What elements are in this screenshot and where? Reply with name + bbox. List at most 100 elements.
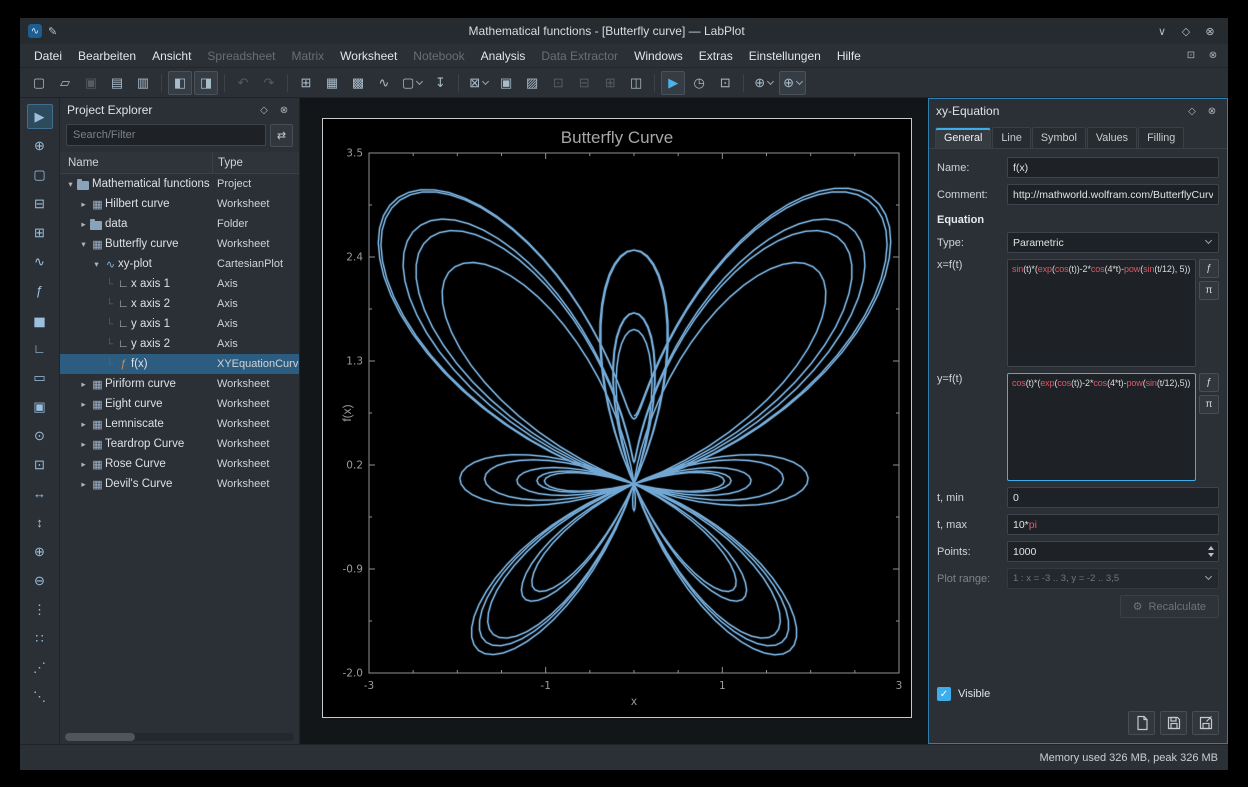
crosshair-tool-button[interactable]: ⊕ bbox=[27, 133, 53, 158]
tree-row-x-axis-2[interactable]: └ ∟ x axis 2 Axis bbox=[60, 294, 299, 314]
close-panel-icon[interactable]: ⊗ bbox=[276, 102, 292, 118]
tree-row-x-axis-1[interactable]: └ ∟ x axis 1 Axis bbox=[60, 274, 299, 294]
name-field[interactable] bbox=[1007, 157, 1219, 178]
shift-left-tool-button[interactable]: ⋮ bbox=[27, 597, 53, 622]
expand-arrow-icon[interactable]: ▾ bbox=[64, 179, 77, 190]
zoom-y-selection-tool-button[interactable]: ⊞ bbox=[27, 220, 53, 245]
tab-symbol[interactable]: Symbol bbox=[1031, 127, 1086, 148]
worksheet-view[interactable]: -3 -1 1 3 -2.0 -0.9 0.2 1.3 2.4 3.5 Butterfly Cur… bbox=[300, 98, 928, 744]
open-project-button[interactable]: ▱ bbox=[53, 71, 77, 95]
tree-row-y-axis-1[interactable]: └ ∟ y axis 1 Axis bbox=[60, 314, 299, 334]
zoom-mode-button[interactable]: ⊕ bbox=[750, 71, 777, 95]
close-button[interactable]: ⊗ bbox=[1200, 22, 1220, 40]
toggle-project-explorer-button[interactable]: ◧ bbox=[168, 70, 192, 95]
add-axis-tool-button[interactable]: ∟ bbox=[27, 336, 53, 361]
add-plot-button[interactable]: ⊠ bbox=[465, 71, 492, 95]
toggle-properties-dock-button[interactable]: ◨ bbox=[194, 70, 218, 95]
expand-arrow-icon[interactable]: ▸ bbox=[77, 419, 90, 430]
mdi-close-button[interactable]: ⊗ bbox=[1204, 48, 1222, 64]
print-preview-button[interactable]: ▥ bbox=[131, 71, 155, 95]
menu-einstellungen[interactable]: Einstellungen bbox=[741, 46, 829, 66]
history-button[interactable]: ◷ bbox=[687, 71, 711, 95]
zoom-x-selection-tool-button[interactable]: ⊟ bbox=[27, 191, 53, 216]
insert-constant-button[interactable]: π bbox=[1199, 281, 1219, 300]
filter-options-button[interactable]: ⇄ bbox=[270, 124, 293, 147]
tree-row-data[interactable]: ▸ data Folder bbox=[60, 214, 299, 234]
tree-row-eight-curve[interactable]: ▸ ▦ Eight curve Worksheet bbox=[60, 394, 299, 414]
expand-arrow-icon[interactable]: ▸ bbox=[77, 479, 90, 490]
zoom-out-mode-button[interactable]: ⊟ bbox=[572, 71, 596, 95]
tree-row-rose-curve[interactable]: ▸ ▦ Rose Curve Worksheet bbox=[60, 454, 299, 474]
new-plot-button[interactable]: ∿ bbox=[372, 71, 396, 95]
select-mode-button[interactable]: ⊡ bbox=[546, 71, 570, 95]
close-dock-icon[interactable]: ⊗ bbox=[1204, 103, 1220, 119]
visible-checkbox[interactable] bbox=[937, 687, 951, 701]
expand-arrow-icon[interactable]: ▸ bbox=[77, 219, 90, 230]
scrollbar-thumb[interactable] bbox=[65, 733, 135, 741]
tmax-field[interactable]: 10* pi bbox=[1007, 514, 1219, 535]
expand-arrow-icon[interactable]: ▸ bbox=[77, 379, 90, 390]
tree-row-devil-s-curve[interactable]: ▸ ▦ Devil's Curve Worksheet bbox=[60, 474, 299, 494]
menu-worksheet[interactable]: Worksheet bbox=[332, 46, 405, 66]
tree-row-butterfly-curve[interactable]: ▾ ▦ Butterfly curve Worksheet bbox=[60, 234, 299, 254]
add-histogram-tool-button[interactable]: ▅ bbox=[27, 307, 53, 332]
add-image-button[interactable]: ▨ bbox=[520, 71, 544, 95]
menu-ansicht[interactable]: Ansicht bbox=[144, 46, 199, 66]
menu-extras[interactable]: Extras bbox=[691, 46, 741, 66]
expand-arrow-icon[interactable]: ▸ bbox=[77, 399, 90, 410]
zoom-out-tool-button[interactable]: ⊖ bbox=[27, 568, 53, 593]
undo-button[interactable]: ↶ bbox=[231, 71, 255, 95]
expand-arrow-icon[interactable]: ▸ bbox=[77, 459, 90, 470]
tab-line[interactable]: Line bbox=[992, 127, 1031, 148]
magnification-button[interactable]: ⊕ bbox=[779, 70, 807, 95]
load-template-button[interactable] bbox=[1128, 711, 1155, 735]
print-button[interactable]: ▤ bbox=[105, 71, 129, 95]
menu-windows[interactable]: Windows bbox=[626, 46, 691, 66]
expand-arrow-icon[interactable]: ▾ bbox=[77, 239, 90, 250]
zoom-in-mode-button[interactable]: ⊞ bbox=[598, 71, 622, 95]
tree-row-piriform-curve[interactable]: ▸ ▦ Piriform curve Worksheet bbox=[60, 374, 299, 394]
new-project-button[interactable]: ▢ bbox=[27, 71, 51, 95]
menu-datei[interactable]: Datei bbox=[26, 46, 70, 66]
insert-function-button[interactable]: ƒ bbox=[1199, 259, 1219, 278]
tab-filling[interactable]: Filling bbox=[1138, 127, 1185, 148]
titlebar[interactable]: ∿ ✎ Mathematical functions - [Butterfly … bbox=[20, 18, 1228, 44]
expand-arrow-icon[interactable]: ▾ bbox=[90, 259, 103, 270]
tab-values[interactable]: Values bbox=[1086, 127, 1138, 148]
column-header-type[interactable]: Type bbox=[212, 152, 299, 173]
fit-selection-button[interactable]: ⊡ bbox=[713, 71, 737, 95]
shift-down-tool-button[interactable]: ⋱ bbox=[27, 684, 53, 709]
points-spinbox[interactable]: 1000 bbox=[1007, 541, 1219, 562]
float-dock-icon[interactable]: ◇ bbox=[1184, 103, 1200, 119]
save-default-button[interactable] bbox=[1192, 711, 1219, 735]
y-expression[interactable]: cos(t)*(exp(cos(t))-2*cos(4*t)-pow(sin(t… bbox=[1007, 373, 1196, 481]
menu-analysis[interactable]: Analysis bbox=[473, 46, 534, 66]
import-data-button[interactable]: ↧ bbox=[428, 71, 452, 95]
tree-row-teardrop-curve[interactable]: ▸ ▦ Teardrop Curve Worksheet bbox=[60, 434, 299, 454]
tree-row-hilbert-curve[interactable]: ▸ ▦ Hilbert curve Worksheet bbox=[60, 194, 299, 214]
insert-function-button[interactable]: ƒ bbox=[1199, 373, 1219, 392]
presenter-mode-button[interactable]: ▶ bbox=[661, 70, 686, 95]
new-object-button[interactable]: ▢ bbox=[398, 71, 426, 95]
insert-constant-button[interactable]: π bbox=[1199, 395, 1219, 414]
minimize-button[interactable]: ∨ bbox=[1152, 22, 1172, 40]
redo-button[interactable]: ↷ bbox=[257, 71, 281, 95]
zoom-selection-tool-button[interactable]: ▢ bbox=[27, 162, 53, 187]
tree-row-xy-plot[interactable]: ▾ ∿ xy-plot CartesianPlot bbox=[60, 254, 299, 274]
add-text-label-button[interactable]: ▣ bbox=[494, 71, 518, 95]
auto-scale-y-tool-button[interactable]: ↕ bbox=[27, 510, 53, 535]
maximize-button[interactable]: ◇ bbox=[1176, 22, 1196, 40]
tree-row-f-x[interactable]: └ ƒ f(x) XYEquationCurve bbox=[60, 354, 299, 374]
new-worksheet-button[interactable]: ⊞ bbox=[294, 71, 318, 95]
new-matrix-button[interactable]: ▩ bbox=[346, 71, 370, 95]
tab-general[interactable]: General bbox=[935, 127, 992, 148]
mdi-restore-button[interactable]: ⊡ bbox=[1182, 48, 1200, 64]
add-text-label-tool-button[interactable]: ▣ bbox=[27, 394, 53, 419]
auto-scale-tool-button[interactable]: ⊡ bbox=[27, 452, 53, 477]
save-project-button[interactable]: ▣ bbox=[79, 71, 103, 95]
add-legend-tool-button[interactable]: ▭ bbox=[27, 365, 53, 390]
select-tool-button[interactable]: ▶ bbox=[26, 104, 53, 129]
float-panel-icon[interactable]: ◇ bbox=[256, 102, 272, 118]
shift-right-tool-button[interactable]: ∷ bbox=[27, 626, 53, 651]
horizontal-scrollbar[interactable] bbox=[65, 733, 294, 741]
